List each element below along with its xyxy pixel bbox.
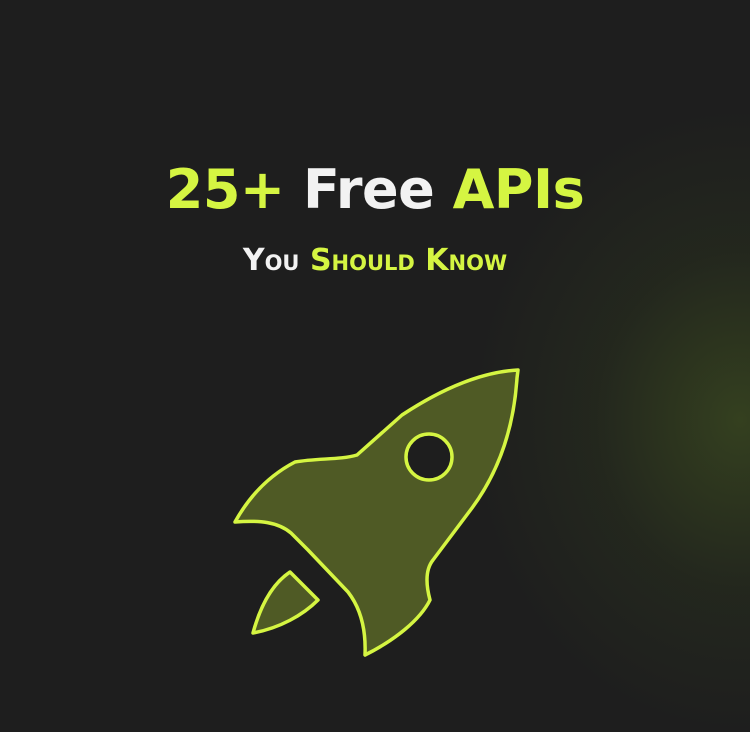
headline: 25+ Free APIs	[0, 158, 750, 223]
rocket-flame	[251, 570, 320, 635]
subheadline-you: You	[242, 243, 300, 278]
headline-count: 25+	[165, 158, 285, 221]
poster-canvas: 25+ Free APIs You Should Know	[0, 0, 750, 732]
rocket-icon	[233, 368, 520, 657]
headline-free: Free	[302, 158, 435, 221]
subheadline: You Should Know	[0, 243, 750, 279]
subheadline-should-know: Should Know	[309, 243, 508, 278]
headline-apis: APIs	[452, 158, 585, 221]
rocket-window	[404, 432, 454, 482]
